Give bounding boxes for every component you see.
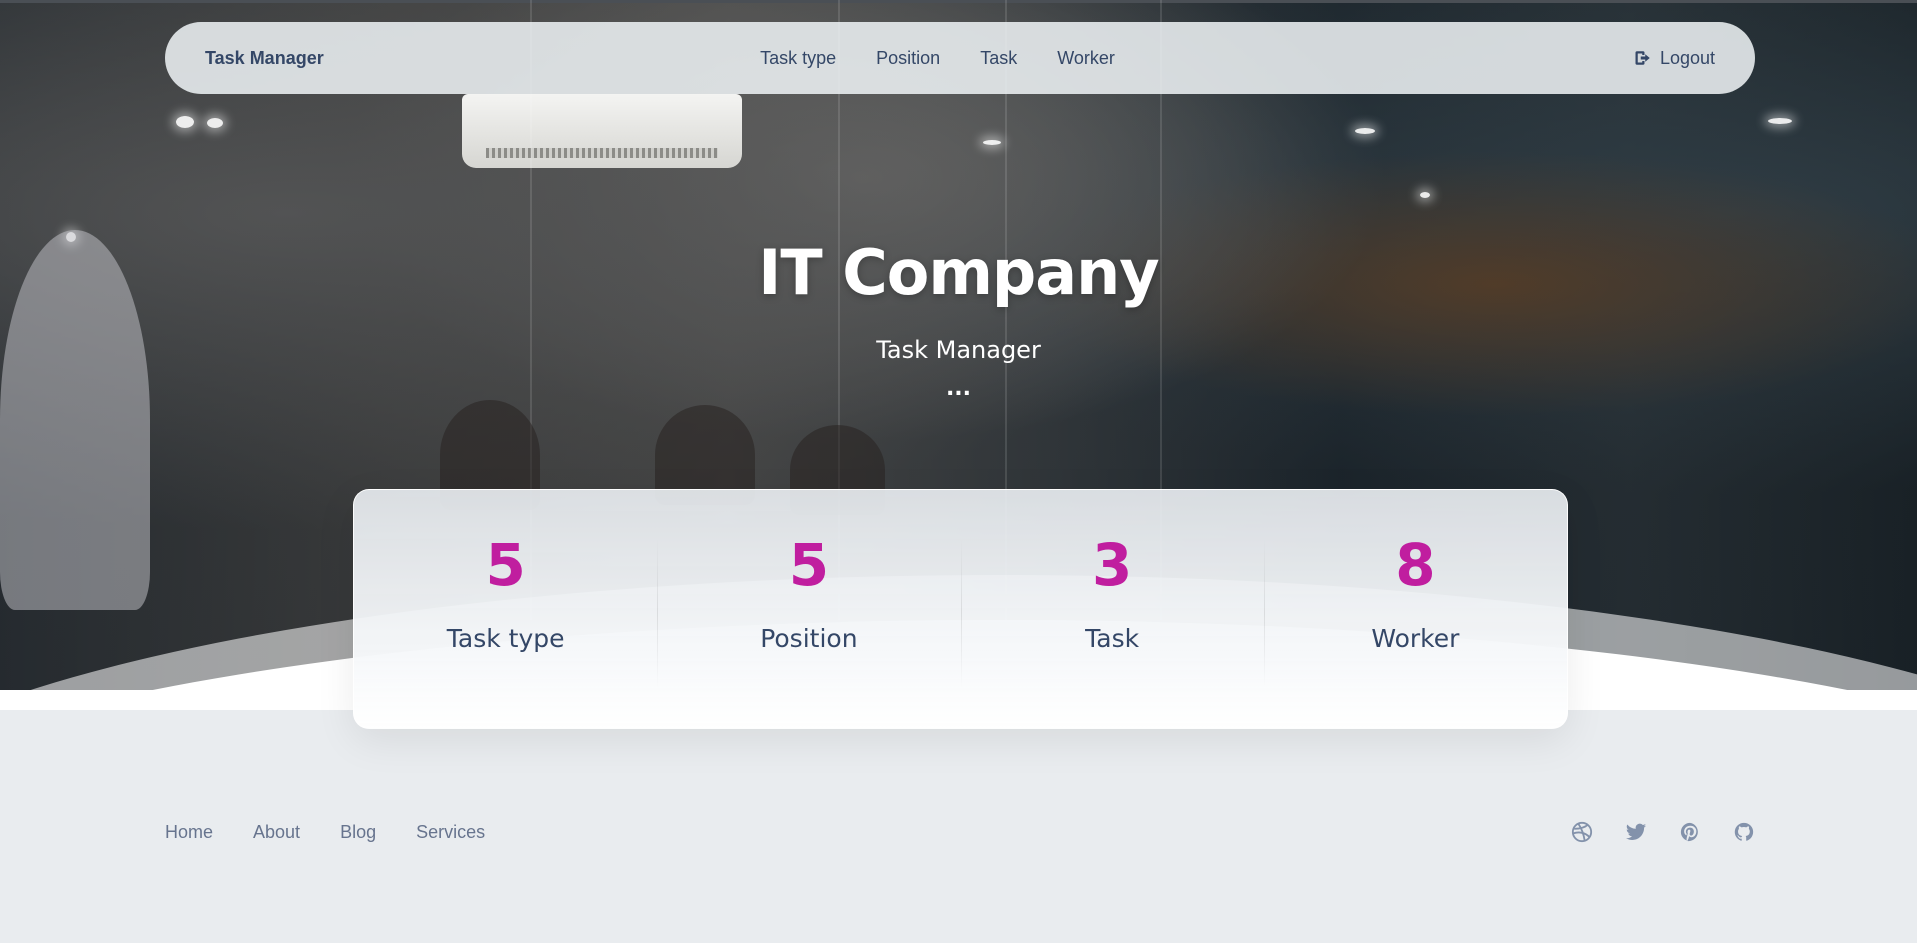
navbar: Task Manager Task type Position Task Wor… [165,22,1755,94]
brand-link[interactable]: Task Manager [205,48,324,69]
twitter-icon [1625,823,1647,840]
nav-link-position[interactable]: Position [876,48,940,69]
pinterest-link[interactable] [1679,821,1701,843]
footer-link-blog[interactable]: Blog [340,822,376,843]
footer-link-home[interactable]: Home [165,822,213,843]
stat-value: 5 [788,531,830,599]
stat-position: 5 Position [657,490,960,728]
ceiling-light [176,116,194,128]
stat-label: Worker [1371,624,1460,653]
pinterest-icon [1680,822,1698,842]
hero-subtitle: Task Manager [876,336,1041,364]
ceiling-light [1420,192,1430,198]
ceiling-light [207,118,223,128]
stat-task: 3 Task [960,490,1264,728]
stat-worker: 8 Worker [1263,490,1567,728]
top-border [0,0,1917,3]
ceiling-light [1355,128,1375,134]
twitter-link[interactable] [1625,821,1647,843]
footer-links: Home About Blog Services [165,822,485,843]
dribbble-icon [1571,821,1593,843]
github-link[interactable] [1733,821,1755,843]
stat-task-type: 5 Task type [354,490,657,728]
stat-label: Position [760,624,858,653]
stat-value: 5 [485,531,526,599]
nav-link-worker[interactable]: Worker [1057,48,1115,69]
air-conditioner-image [462,94,742,168]
logout-icon [1635,51,1650,65]
stat-label: Task type [446,624,565,653]
hero-dots: ... [945,376,972,401]
nav-links: Task type Position Task Worker [165,22,1755,94]
ceiling-light [1768,118,1792,124]
hero-title: IT Company [758,236,1159,309]
ceiling-light [983,140,1001,145]
social-links [1571,821,1755,843]
stat-value: 3 [1091,531,1133,599]
nav-link-task[interactable]: Task [980,48,1017,69]
stat-label: Task [1085,624,1140,653]
footer-link-services[interactable]: Services [416,822,485,843]
logout-label: Logout [1659,47,1715,68]
stat-value: 8 [1395,531,1436,599]
footer-link-about[interactable]: About [253,822,300,843]
nav-link-task-type[interactable]: Task type [760,48,836,69]
dribbble-link[interactable] [1571,821,1593,843]
stats-card: 5 Task type 5 Position 3 Task 8 Worker [353,489,1568,729]
github-icon [1734,822,1754,841]
logout-button[interactable]: Logout [1634,48,1715,69]
